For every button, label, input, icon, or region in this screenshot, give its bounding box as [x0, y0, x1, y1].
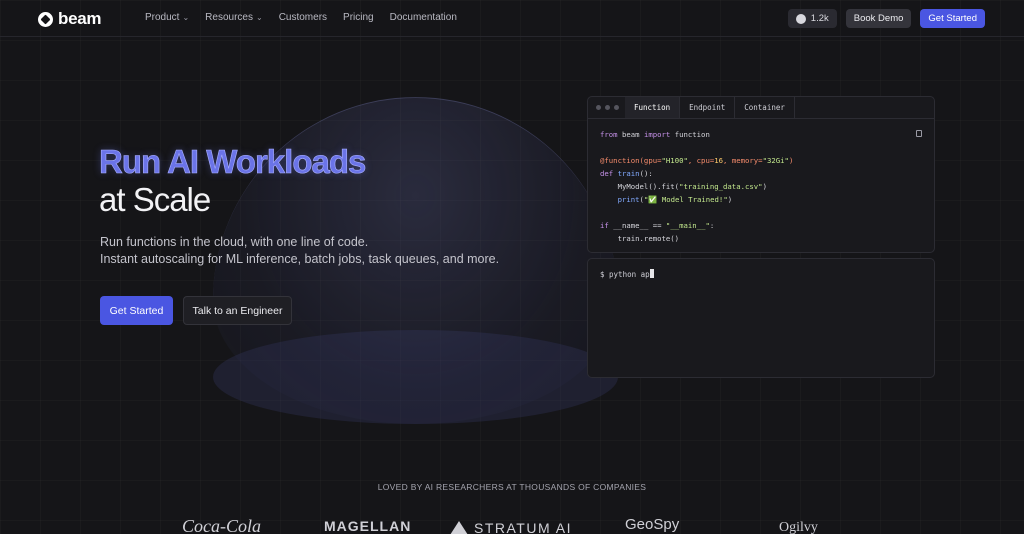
hero-get-started-button[interactable]: Get Started: [100, 296, 173, 325]
nav-actions: 1.2k Book Demo Get Started: [787, 9, 985, 28]
tab-container[interactable]: Container: [735, 97, 795, 118]
github-stars-count: 1.2k: [810, 13, 829, 24]
terminal-command: $ python ap: [600, 270, 650, 279]
nav-link-documentation[interactable]: Documentation: [390, 12, 457, 23]
github-icon: [795, 13, 806, 24]
logo-text: beam: [58, 9, 102, 28]
hero-subtitle-line2: Instant autoscaling for ML inference, ba…: [100, 252, 500, 266]
magellan-logo: MAGELLAN: [324, 518, 412, 534]
nav-link-customers[interactable]: Customers: [279, 12, 327, 23]
terminal-cursor: [649, 269, 654, 278]
hero-title: Run AI Workloads at Scale: [99, 143, 367, 219]
book-demo-button[interactable]: Book Demo: [845, 9, 912, 28]
window-dot-icon: [614, 105, 619, 110]
chevron-down-icon: ⌄: [255, 13, 263, 22]
code-tabs: Function Endpoint Container: [588, 97, 934, 119]
hero-title-line1: Run AI Workloads: [99, 143, 367, 181]
terminal-line: $ python ap: [600, 269, 654, 279]
github-stars-button[interactable]: 1.2k: [787, 9, 837, 28]
hero-subtitle: Run functions in the cloud, with one lin…: [100, 234, 499, 268]
nav-link-label: Resources: [205, 12, 253, 23]
beam-logo[interactable]: beam: [38, 9, 102, 29]
stratum-ai-logo: STRATUM AI: [450, 520, 572, 534]
stratum-triangle-icon: [450, 521, 468, 534]
nav-link-resources[interactable]: Resources ⌄: [205, 12, 263, 23]
nav-link-pricing[interactable]: Pricing: [343, 12, 374, 23]
chevron-down-icon: ⌄: [182, 13, 190, 22]
coca-cola-logo: Coca-Cola: [182, 516, 261, 534]
nav-link-label: Product: [145, 12, 180, 23]
window-dots: [588, 97, 625, 118]
nav-links: Product ⌄ Resources ⌄ Customers Pricing …: [145, 12, 473, 23]
beam-logo-icon: [38, 11, 53, 27]
nav-link-product[interactable]: Product ⌄: [145, 12, 189, 23]
tab-endpoint[interactable]: Endpoint: [680, 97, 736, 118]
ogilvy-logo: Ogilvy: [779, 520, 818, 534]
social-proof-heading: LOVED BY AI RESEARCHERS AT THOUSANDS OF …: [377, 482, 647, 492]
company-logos: Coca-Cola MAGELLAN STRATUM AI GeoSpy Ogi…: [0, 512, 1024, 534]
top-navigation: beam Product ⌄ Resources ⌄ Customers Pri…: [0, 0, 1024, 37]
talk-to-engineer-button[interactable]: Talk to an Engineer: [183, 296, 292, 325]
copy-icon[interactable]: [916, 130, 922, 137]
hero-title-line2: at Scale: [99, 181, 211, 218]
window-dot-icon: [605, 105, 610, 110]
tab-function[interactable]: Function: [625, 97, 681, 118]
window-dot-icon: [596, 105, 601, 110]
geospy-logo: GeoSpy: [625, 516, 680, 533]
code-snippet: from beam import function @function(gpu=…: [600, 130, 794, 243]
stratum-ai-text: STRATUM AI: [474, 520, 572, 534]
code-example-panel: Function Endpoint Container from beam im…: [587, 96, 935, 253]
nav-get-started-button[interactable]: Get Started: [920, 9, 985, 28]
hero-subtitle-line1: Run functions in the cloud, with one lin…: [100, 235, 369, 249]
terminal-panel: $ python ap: [587, 258, 935, 378]
